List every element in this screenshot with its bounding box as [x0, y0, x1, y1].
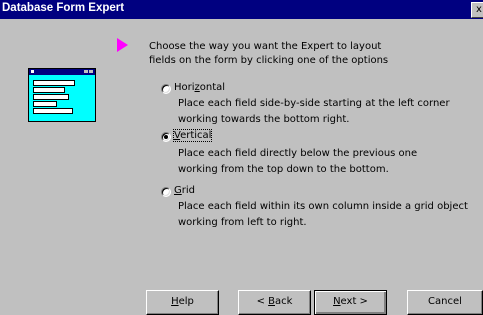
- preview-field: [33, 108, 73, 114]
- button-accelerator: B: [268, 296, 275, 307]
- preview-field: [33, 80, 75, 86]
- option-desc-vertical: Place each field directly below the prev…: [178, 148, 418, 175]
- radio-grid[interactable]: [161, 187, 171, 197]
- radio-dot: [164, 135, 168, 139]
- option-label-horizontal[interactable]: Horizontal: [174, 82, 225, 93]
- option-desc-horizontal: Place each field side-by-side starting a…: [178, 98, 450, 125]
- label-text: Hori: [174, 82, 195, 93]
- pointer-arrow-icon: [117, 38, 128, 52]
- preview-titlebar: [29, 69, 95, 75]
- radio-horizontal[interactable]: [161, 84, 171, 94]
- title-bar: Database Form Expert x: [0, 0, 483, 19]
- preview-minimize-icon: [84, 70, 88, 73]
- close-icon[interactable]: x: [471, 2, 483, 18]
- button-accelerator: H: [171, 296, 179, 307]
- preview-field: [33, 87, 65, 93]
- option-desc-grid: Place each field within its own column i…: [178, 201, 468, 228]
- preview-field: [33, 94, 69, 100]
- preview-system-icon: [31, 70, 34, 73]
- label-text: ertical: [180, 130, 212, 141]
- window-title: Database Form Expert: [2, 2, 125, 14]
- button-text: ext >: [340, 296, 368, 307]
- button-text: elp: [178, 296, 194, 307]
- vertical-layout-preview-icon: [28, 68, 96, 122]
- button-accelerator: N: [333, 296, 341, 307]
- radio-vertical[interactable]: [161, 132, 171, 142]
- label-text: rid: [181, 185, 195, 196]
- label-accelerator: G: [174, 185, 182, 196]
- help-button[interactable]: Help: [146, 290, 219, 315]
- preview-field: [33, 101, 57, 107]
- preview-maximize-icon: [89, 70, 93, 73]
- cancel-button[interactable]: Cancel: [407, 290, 483, 315]
- option-label-grid[interactable]: Grid: [174, 185, 195, 196]
- label-text: ontal: [199, 82, 226, 93]
- option-label-vertical[interactable]: Vertical: [172, 129, 213, 142]
- button-text: Cancel: [428, 296, 462, 307]
- back-button[interactable]: < Back: [238, 290, 311, 315]
- button-text: <: [256, 296, 269, 307]
- button-text: ack: [275, 296, 293, 307]
- intro-text: Choose the way you want the Expert to la…: [149, 41, 389, 66]
- next-button[interactable]: Next >: [314, 290, 387, 315]
